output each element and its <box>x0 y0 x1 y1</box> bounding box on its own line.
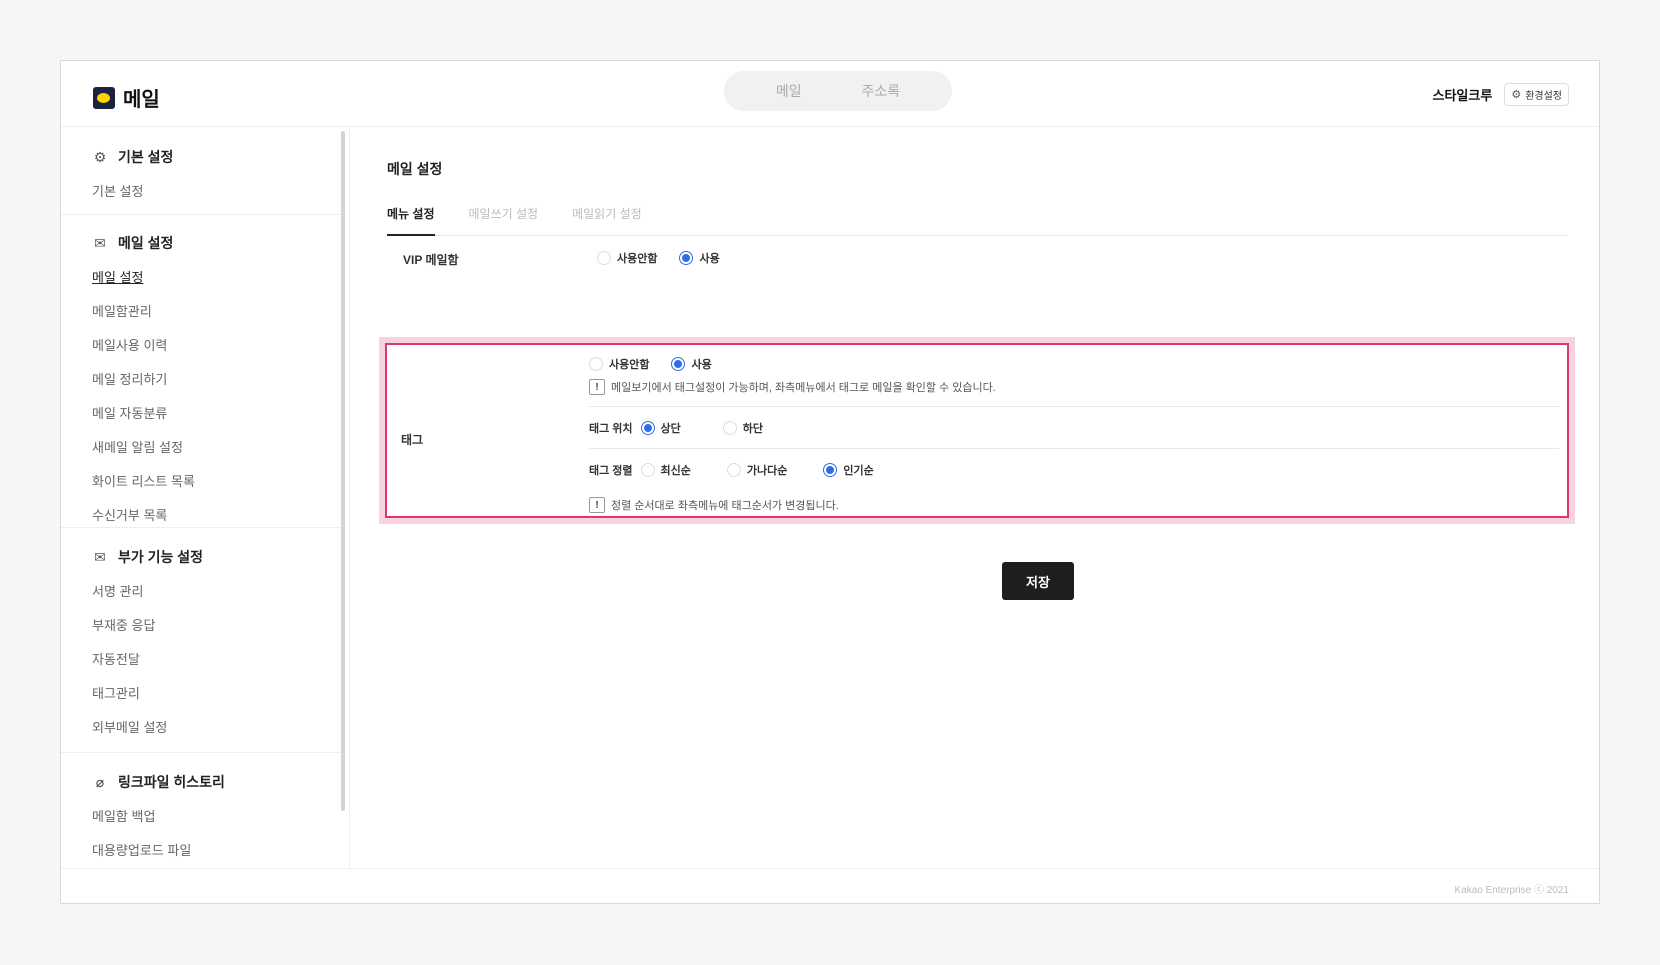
gear-icon: ⚙ <box>1511 89 1522 101</box>
radio-button[interactable] <box>726 463 741 477</box>
tab-compose-settings[interactable]: 메일쓰기 설정 <box>469 198 539 235</box>
sidebar-group-title: ✉ 부가 기능 설정 <box>92 547 344 567</box>
tag-usage-row: 사용안함 사용 ! 메일보기에서 태그설정이 가능하며, 좌측메뉴에서 태그로 … <box>589 351 1559 407</box>
tag-option-off[interactable]: 사용안함 <box>589 356 649 372</box>
tag-sort-latest[interactable]: 최신순 <box>640 462 691 478</box>
tag-sort-popular[interactable]: 인기순 <box>823 462 874 478</box>
sidebar-scrollbar[interactable] <box>341 131 345 811</box>
sidebar-item-whitelist[interactable]: 화이트 리스트 목록 <box>92 471 344 490</box>
app-window: 메일 메일 주소록 스타일크루 ⚙ 환경설정 ⚙ 기본 설정 기본 설정 ✉ 메… <box>60 60 1600 904</box>
tag-sort-note: ! 정렬 순서대로 좌측메뉴에 태그순서가 변경됩니다. <box>589 497 839 513</box>
sidebar-item-mailbox-manage[interactable]: 메일함관리 <box>92 301 344 320</box>
top-nav-tabs: 메일 주소록 <box>724 71 952 111</box>
app-logo[interactable]: 메일 <box>93 83 160 112</box>
vip-mailbox-row: VIP 메일함 사용안함 사용 <box>387 244 1567 274</box>
app-title: 메일 <box>123 89 160 111</box>
top-tab-address-book[interactable]: 주소록 <box>861 81 900 101</box>
tag-settings-highlight: 태그 사용안함 사용 ! 메일보기에서 태그설정이 가능하며, 좌측메뉴에서 태… <box>379 337 1575 524</box>
preferences-label: 환경설정 <box>1525 91 1562 102</box>
sidebar-group-title: ✉ 메일 설정 <box>92 233 344 253</box>
main-content: 메일 설정 메뉴 설정 메일쓰기 설정 메일읽기 설정 VIP 메일함 사용안함… <box>349 128 1601 868</box>
vip-option-on[interactable]: 사용 <box>679 250 720 266</box>
sidebar-item-auto-forward[interactable]: 자동전달 <box>92 649 344 668</box>
radio-button[interactable] <box>823 463 838 477</box>
tag-sort-row: 태그 정렬 최신순 가나다순 인기순 ! 정렬 순서대로 좌측메뉴에 태그순서가… <box>589 449 1559 519</box>
user-area: 스타일크루 ⚙ 환경설정 <box>1433 83 1569 106</box>
copyright: Kakao Enterprise ⓒ 2021 <box>1454 885 1569 896</box>
vip-mailbox-options: 사용안함 사용 <box>597 250 734 266</box>
gear-icon: ⚙ <box>93 148 107 165</box>
radio-button[interactable] <box>640 421 655 435</box>
top-tab-mail[interactable]: 메일 <box>776 81 802 101</box>
footer: Kakao Enterprise ⓒ 2021 <box>61 868 1599 905</box>
preferences-button[interactable]: ⚙ 환경설정 <box>1504 83 1569 106</box>
sidebar-item-mailbox-backup[interactable]: 메일함 백업 <box>92 806 344 825</box>
sidebar-item-basic-settings[interactable]: 기본 설정 <box>92 181 344 200</box>
sidebar-group-title: ⌀ 링크파일 히스토리 <box>92 772 344 792</box>
radio-button[interactable] <box>679 251 694 265</box>
tag-position-options: 태그 위치 상단 하단 <box>589 420 777 436</box>
tab-read-settings[interactable]: 메일읽기 설정 <box>572 198 642 235</box>
sidebar-item-mail-autosort[interactable]: 메일 자동분류 <box>92 403 344 422</box>
radio-button[interactable] <box>722 421 737 435</box>
user-name[interactable]: 스타일크루 <box>1433 85 1493 104</box>
sidebar-group-link-history: ⌀ 링크파일 히스토리 메일함 백업 대용량업로드 파일 <box>61 753 344 859</box>
vip-mailbox-label: VIP 메일함 <box>403 253 459 267</box>
sidebar-group-title: ⚙ 기본 설정 <box>93 148 174 166</box>
sidebar-item-signature[interactable]: 서명 관리 <box>92 581 344 600</box>
tag-position-top[interactable]: 상단 <box>640 420 681 436</box>
radio-button[interactable] <box>589 357 603 371</box>
sidebar-group-mail: ✉ 메일 설정 메일 설정 메일함관리 메일사용 이력 메일 정리하기 메일 자… <box>61 215 344 528</box>
mail-logo-icon <box>93 86 115 109</box>
sidebar: ⚙ 기본 설정 기본 설정 ✉ 메일 설정 메일 설정 메일함관리 메일사용 이… <box>61 128 344 868</box>
tag-option-on[interactable]: 사용 <box>671 356 712 372</box>
tag-sort-label: 태그 정렬 <box>589 465 633 477</box>
tag-settings-box: 태그 사용안함 사용 ! 메일보기에서 태그설정이 가능하며, 좌측메뉴에서 태… <box>385 343 1569 518</box>
settings-tabs: 메뉴 설정 메일쓰기 설정 메일읽기 설정 <box>387 198 1567 236</box>
sidebar-item-large-upload[interactable]: 대용량업로드 파일 <box>92 840 344 859</box>
page-title: 메일 설정 <box>387 161 443 177</box>
tag-usage-note: ! 메일보기에서 태그설정이 가능하며, 좌측메뉴에서 태그로 메일을 확인할 … <box>589 379 996 395</box>
tag-position-bottom[interactable]: 하단 <box>722 420 763 436</box>
sidebar-item-tag-manage[interactable]: 태그관리 <box>92 683 344 702</box>
top-bar: 메일 메일 주소록 스타일크루 ⚙ 환경설정 <box>61 61 1599 127</box>
sidebar-item-mail-settings[interactable]: 메일 설정 <box>92 267 344 286</box>
vip-option-off[interactable]: 사용안함 <box>597 250 657 266</box>
tab-menu-settings[interactable]: 메뉴 설정 <box>387 198 435 236</box>
sidebar-group-basic: ⚙ 기본 설정 기본 설정 <box>61 128 344 215</box>
sidebar-item-blocklist[interactable]: 수신거부 목록 <box>92 505 344 524</box>
tag-position-label: 태그 위치 <box>589 423 633 435</box>
exclamation-icon: ! <box>589 379 605 395</box>
paperclip-icon: ⌀ <box>95 773 105 790</box>
radio-button[interactable] <box>640 463 655 477</box>
sidebar-item-mail-cleanup[interactable]: 메일 정리하기 <box>92 369 344 388</box>
mail-settings-icon: ✉ <box>94 234 106 251</box>
sidebar-group-extra: ✉ 부가 기능 설정 서명 관리 부재중 응답 자동전달 태그관리 외부메일 설… <box>61 528 344 753</box>
tag-sort-alpha[interactable]: 가나다순 <box>726 462 787 478</box>
mail-plus-icon: ✉ <box>94 548 106 565</box>
sidebar-item-new-mail-alert[interactable]: 새메일 알림 설정 <box>92 437 344 456</box>
tag-usage-options: 사용안함 사용 <box>589 356 726 372</box>
tag-position-row: 태그 위치 상단 하단 <box>589 407 1559 449</box>
sidebar-item-external-mail[interactable]: 외부메일 설정 <box>92 717 344 736</box>
radio-button[interactable] <box>671 357 686 371</box>
radio-button[interactable] <box>597 251 611 265</box>
tag-sort-options: 태그 정렬 최신순 가나다순 인기순 <box>589 462 888 478</box>
tag-label: 태그 <box>401 433 424 447</box>
sidebar-item-mail-usage-history[interactable]: 메일사용 이력 <box>92 335 344 354</box>
sidebar-item-away-reply[interactable]: 부재중 응답 <box>92 615 344 634</box>
save-button[interactable]: 저장 <box>1002 562 1074 600</box>
exclamation-icon: ! <box>589 497 605 513</box>
